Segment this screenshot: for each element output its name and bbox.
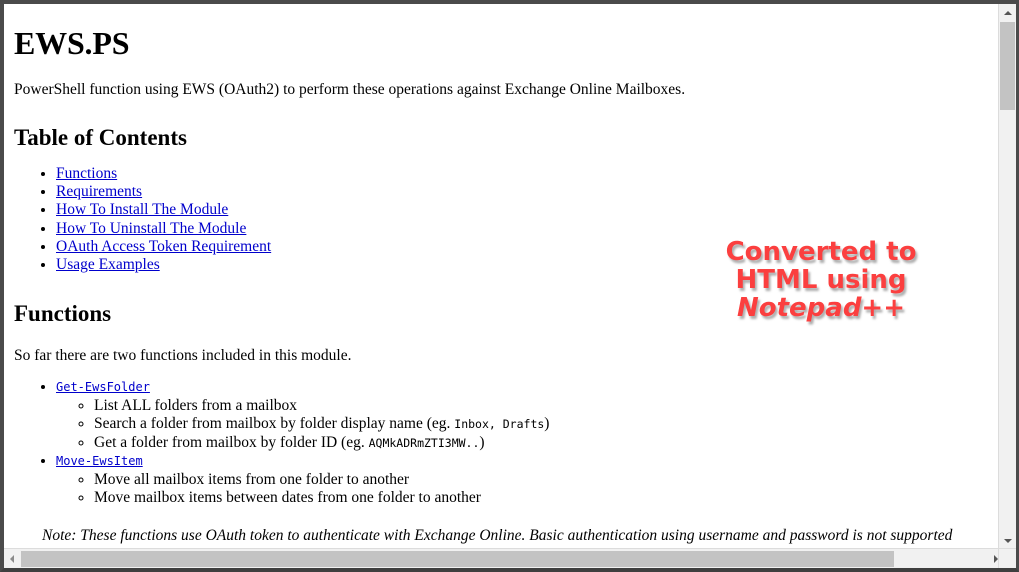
list-item: OAuth Access Token Requirement xyxy=(56,238,990,256)
code-drafts: Drafts xyxy=(502,417,545,432)
browser-window: EWS.PS PowerShell function using EWS (OA… xyxy=(0,0,1019,572)
code-folder-id: AQMkADRmZTI3MW.. xyxy=(368,435,480,450)
list-item: Move all mailbox items from one folder t… xyxy=(94,471,990,490)
capability-text: Search a folder from mailbox by folder d… xyxy=(94,415,455,433)
page-title: EWS.PS xyxy=(14,25,130,61)
list-item: Functions xyxy=(56,165,990,183)
list-item: Search a folder from mailbox by folder d… xyxy=(94,415,990,434)
list-item: Get a folder from mailbox by folder ID (… xyxy=(94,434,990,453)
scroll-down-button[interactable] xyxy=(999,532,1016,549)
capability-text: List ALL folders from a mailbox xyxy=(94,396,298,414)
toc-link-requirements[interactable]: Requirements xyxy=(56,183,142,200)
document-content: EWS.PS PowerShell function using EWS (OA… xyxy=(4,25,1004,546)
note-paragraph: Note: These functions use OAuth token to… xyxy=(42,526,953,544)
list-item: List ALL folders from a mailbox xyxy=(94,397,990,416)
capability-text-after: ) xyxy=(479,433,485,451)
list-item: How To Uninstall The Module xyxy=(56,220,990,238)
triangle-up-icon xyxy=(1004,11,1012,15)
scrollbar-corner xyxy=(998,548,1016,568)
intro-paragraph: PowerShell function using EWS (OAuth2) t… xyxy=(14,81,686,99)
table-of-contents-heading: Table of Contents xyxy=(14,125,187,151)
list-item-get-ewsfolder: Get-EwsFolder List ALL folders from a ma… xyxy=(56,378,990,452)
list-item: Move mailbox items between dates from on… xyxy=(94,489,990,508)
functions-list: Get-EwsFolder List ALL folders from a ma… xyxy=(14,378,990,508)
move-ewsitem-capability-list: Move all mailbox items from one folder t… xyxy=(56,471,990,508)
toc-link-how-to-uninstall[interactable]: How To Uninstall The Module xyxy=(56,220,246,237)
horizontal-scrollbar-thumb[interactable] xyxy=(21,551,894,567)
functions-heading: Functions xyxy=(14,300,112,326)
get-ewsfolder-capability-list: List ALL folders from a mailbox Search a… xyxy=(56,397,990,453)
capability-text-after: ) xyxy=(544,415,550,433)
functions-intro-paragraph: So far there are two functions included … xyxy=(14,347,352,365)
list-item-move-ewsitem: Move-EwsItem Move all mailbox items from… xyxy=(56,452,990,507)
triangle-left-icon xyxy=(10,555,14,563)
code-inbox: Inbox xyxy=(454,417,489,432)
function-link-get-ewsfolder[interactable]: Get-EwsFolder xyxy=(56,380,150,394)
toc-link-usage-examples[interactable]: Usage Examples xyxy=(56,256,160,273)
document-viewport: EWS.PS PowerShell function using EWS (OA… xyxy=(4,4,1004,549)
list-item: How To Install The Module xyxy=(56,201,990,219)
vertical-scrollbar-thumb[interactable] xyxy=(1000,22,1015,110)
capability-text: Get a folder from mailbox by folder ID (… xyxy=(94,433,369,451)
list-item: Usage Examples xyxy=(56,256,990,274)
horizontal-scrollbar[interactable] xyxy=(4,548,1004,568)
code-separator: , xyxy=(488,417,503,432)
table-of-contents-list: Functions Requirements How To Install Th… xyxy=(14,165,990,275)
list-item: Requirements xyxy=(56,183,990,201)
toc-link-functions[interactable]: Functions xyxy=(56,165,117,182)
vertical-scrollbar[interactable] xyxy=(998,4,1016,549)
scroll-up-button[interactable] xyxy=(999,4,1016,21)
capability-text: Move mailbox items between dates from on… xyxy=(94,489,481,507)
function-link-move-ewsitem[interactable]: Move-EwsItem xyxy=(56,454,143,468)
scroll-left-button[interactable] xyxy=(4,549,21,568)
triangle-down-icon xyxy=(1004,539,1012,543)
capability-text: Move all mailbox items from one folder t… xyxy=(94,470,410,488)
toc-link-how-to-install[interactable]: How To Install The Module xyxy=(56,201,228,218)
toc-link-oauth-access-token[interactable]: OAuth Access Token Requirement xyxy=(56,238,271,255)
